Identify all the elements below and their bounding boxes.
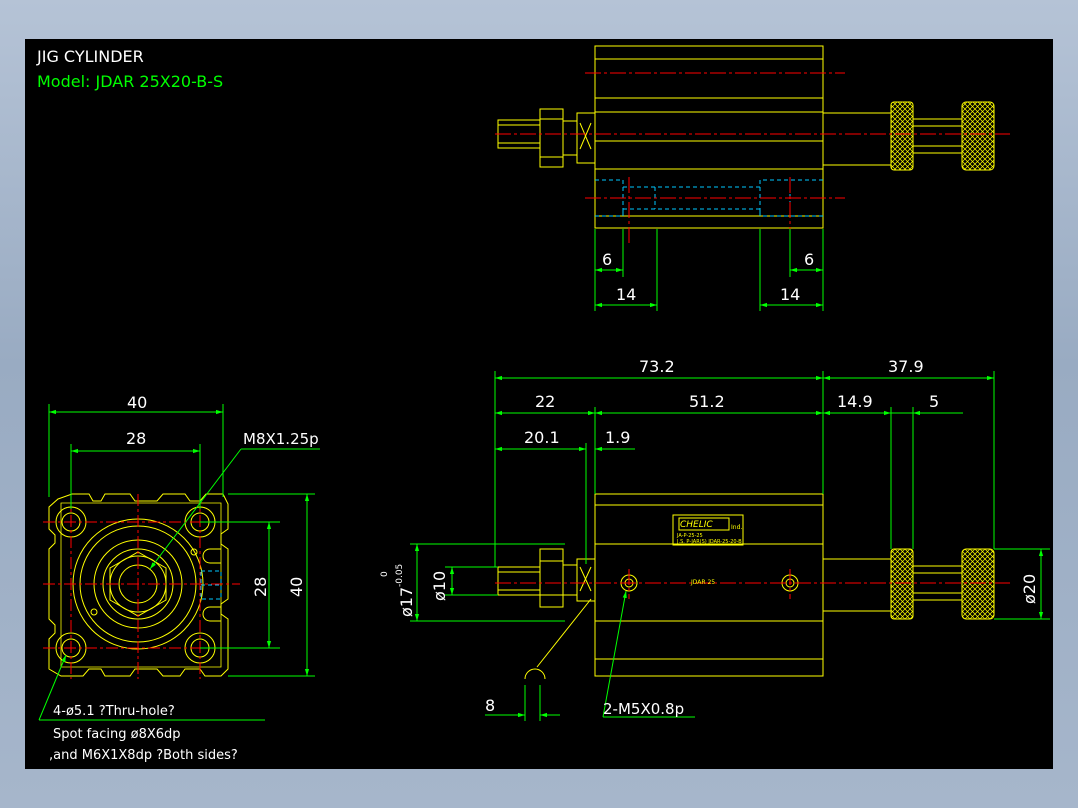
dim-40-height: 40 bbox=[287, 577, 306, 597]
top-knurl-2 bbox=[961, 101, 995, 171]
note-tap: ,and M6X1X8dp ?Both sides? bbox=[49, 748, 238, 763]
port-callout: 2-M5X0.8p bbox=[603, 700, 684, 718]
top-knurl-1 bbox=[890, 101, 914, 171]
dim-6-left: 6 bbox=[602, 250, 612, 269]
dim-dia10: ø10 bbox=[430, 571, 449, 601]
top-hex-nut bbox=[539, 108, 564, 168]
note-spot-facing: Spot facing ø8X6dp bbox=[53, 727, 181, 742]
side-hex-nut bbox=[539, 548, 564, 608]
top-center-lines bbox=[495, 72, 1010, 244]
thread-callout: M8X1.25p bbox=[243, 430, 319, 448]
dim-1-9: 1.9 bbox=[605, 428, 630, 447]
drawing-title: JIG CYLINDER bbox=[36, 47, 144, 66]
note-holes: 4-ø5.1 ?Thru-hole? bbox=[53, 704, 175, 719]
dim-dia17-tol-upper: 0 bbox=[380, 571, 390, 577]
plate-line2: J.S. P-JAR(S) JDAR-25-20-B bbox=[676, 539, 742, 545]
dim-37-9: 37.9 bbox=[888, 357, 924, 376]
dim-14-right: 14 bbox=[780, 285, 800, 304]
front-dimensions bbox=[38, 404, 320, 721]
dim-28-width: 28 bbox=[126, 429, 146, 448]
dim-14-9: 14.9 bbox=[837, 392, 873, 411]
cad-drawing: 6 6 14 14 40 28 M8X1.25p 28 40 4-ø5.1 ?T… bbox=[36, 45, 1050, 763]
front-hidden bbox=[200, 570, 222, 600]
dim-73-2: 73.2 bbox=[639, 357, 675, 376]
dim-8: 8 bbox=[485, 696, 495, 715]
dim-dia20: ø20 bbox=[1020, 574, 1039, 604]
side-view bbox=[497, 493, 995, 680]
plate-brand: CHELIC bbox=[680, 520, 713, 530]
dim-40-width: 40 bbox=[127, 393, 147, 412]
dim-6-right: 6 bbox=[804, 250, 814, 269]
dim-28-height: 28 bbox=[251, 577, 270, 597]
drawing-frame: 6 6 14 14 40 28 M8X1.25p 28 40 4-ø5.1 ?T… bbox=[25, 39, 1053, 769]
side-rod-right bbox=[822, 558, 892, 612]
side-dimensions bbox=[410, 371, 1050, 721]
side-rod-left bbox=[497, 566, 541, 596]
top-rod-right bbox=[822, 112, 892, 166]
dim-14-left: 14 bbox=[616, 285, 636, 304]
dim-5: 5 bbox=[929, 392, 939, 411]
dim-20-1: 20.1 bbox=[524, 428, 560, 447]
body-text: JDAR 25 bbox=[690, 579, 715, 586]
side-knurl-1 bbox=[890, 548, 914, 620]
side-knurl-2 bbox=[961, 548, 995, 620]
dim-22: 22 bbox=[535, 392, 555, 411]
dim-dia17: ø17 bbox=[397, 587, 416, 617]
dim-51-2: 51.2 bbox=[689, 392, 725, 411]
model-label: Model: JDAR 25X20-B-S bbox=[37, 72, 223, 91]
dim-dia17-tol-lower: -0.05 bbox=[395, 564, 405, 587]
plate-unit: Ind. bbox=[731, 524, 742, 531]
